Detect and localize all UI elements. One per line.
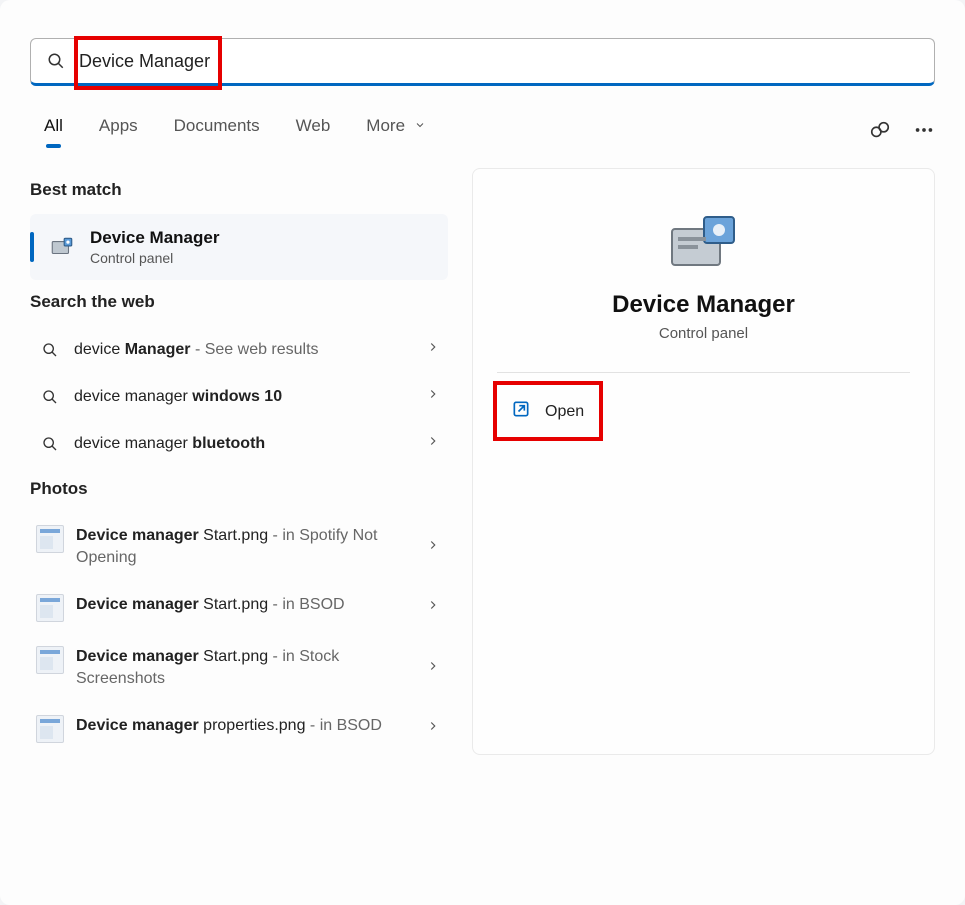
tab-more-label: More [366, 116, 405, 135]
tab-more[interactable]: More [366, 116, 425, 148]
section-search-web: Search the web [30, 292, 448, 312]
tab-all[interactable]: All [44, 116, 63, 148]
search-icon [47, 52, 65, 70]
best-match-text: Device Manager Control panel [90, 228, 219, 266]
web-result-text: device manager windows 10 [74, 388, 426, 406]
chevron-down-icon [414, 119, 426, 131]
chat-icon[interactable] [869, 119, 891, 146]
results-pane: Best match Device Manager Control panel … [30, 168, 448, 755]
section-best-match: Best match [30, 180, 448, 200]
chevron-right-icon [426, 434, 440, 453]
tab-documents[interactable]: Documents [174, 116, 260, 148]
photo-thumb-icon [36, 594, 64, 622]
photo-thumb-icon [36, 715, 64, 743]
photo-result-3[interactable]: Device manager properties.png - in BSOD [30, 703, 448, 755]
device-manager-large-icon [664, 209, 744, 273]
photo-thumb-icon [36, 646, 64, 674]
chevron-right-icon [426, 719, 440, 738]
web-result-2[interactable]: device manager bluetooth [30, 420, 448, 467]
photo-result-0[interactable]: Device manager Start.png - in Spotify No… [30, 513, 448, 582]
open-icon [511, 399, 531, 424]
photo-result-text: Device manager properties.png - in BSOD [76, 715, 426, 737]
device-manager-icon [48, 233, 76, 261]
section-photos: Photos [30, 479, 448, 499]
content-area: Best match Device Manager Control panel … [0, 148, 965, 785]
tab-apps[interactable]: Apps [99, 116, 138, 148]
web-result-text: device manager bluetooth [74, 435, 426, 453]
detail-pane: Device Manager Control panel Open [472, 168, 935, 755]
photo-thumb-icon [36, 525, 64, 553]
photo-result-text: Device manager Start.png - in BSOD [76, 594, 426, 616]
chevron-right-icon [426, 538, 440, 557]
search-icon [36, 342, 64, 358]
tab-web[interactable]: Web [296, 116, 331, 148]
open-label: Open [545, 403, 584, 421]
detail-subtitle: Control panel [659, 325, 748, 342]
open-action[interactable]: Open [497, 391, 598, 432]
best-match-subtitle: Control panel [90, 250, 219, 266]
search-icon [36, 436, 64, 452]
best-match-item[interactable]: Device Manager Control panel [30, 214, 448, 280]
photo-result-1[interactable]: Device manager Start.png - in BSOD [30, 582, 448, 634]
photo-result-text: Device manager Start.png - in Stock Scre… [76, 646, 426, 691]
search-input[interactable] [79, 51, 918, 72]
chevron-right-icon [426, 387, 440, 406]
web-result-text: device Manager - See web results [74, 341, 426, 359]
web-result-1[interactable]: device manager windows 10 [30, 373, 448, 420]
photo-result-text: Device manager Start.png - in Spotify No… [76, 525, 426, 570]
chevron-right-icon [426, 340, 440, 359]
search-window: All Apps Documents Web More Best match D… [0, 0, 965, 905]
detail-title: Device Manager [612, 291, 795, 319]
web-result-0[interactable]: device Manager - See web results [30, 326, 448, 373]
search-bar-area [0, 0, 965, 86]
more-options-icon[interactable] [913, 119, 935, 146]
search-box[interactable] [30, 38, 935, 86]
photo-result-2[interactable]: Device manager Start.png - in Stock Scre… [30, 634, 448, 703]
best-match-title: Device Manager [90, 228, 219, 248]
search-icon [36, 389, 64, 405]
divider [497, 372, 910, 373]
chevron-right-icon [426, 598, 440, 617]
chevron-right-icon [426, 659, 440, 678]
filter-tabs: All Apps Documents Web More [0, 86, 965, 148]
